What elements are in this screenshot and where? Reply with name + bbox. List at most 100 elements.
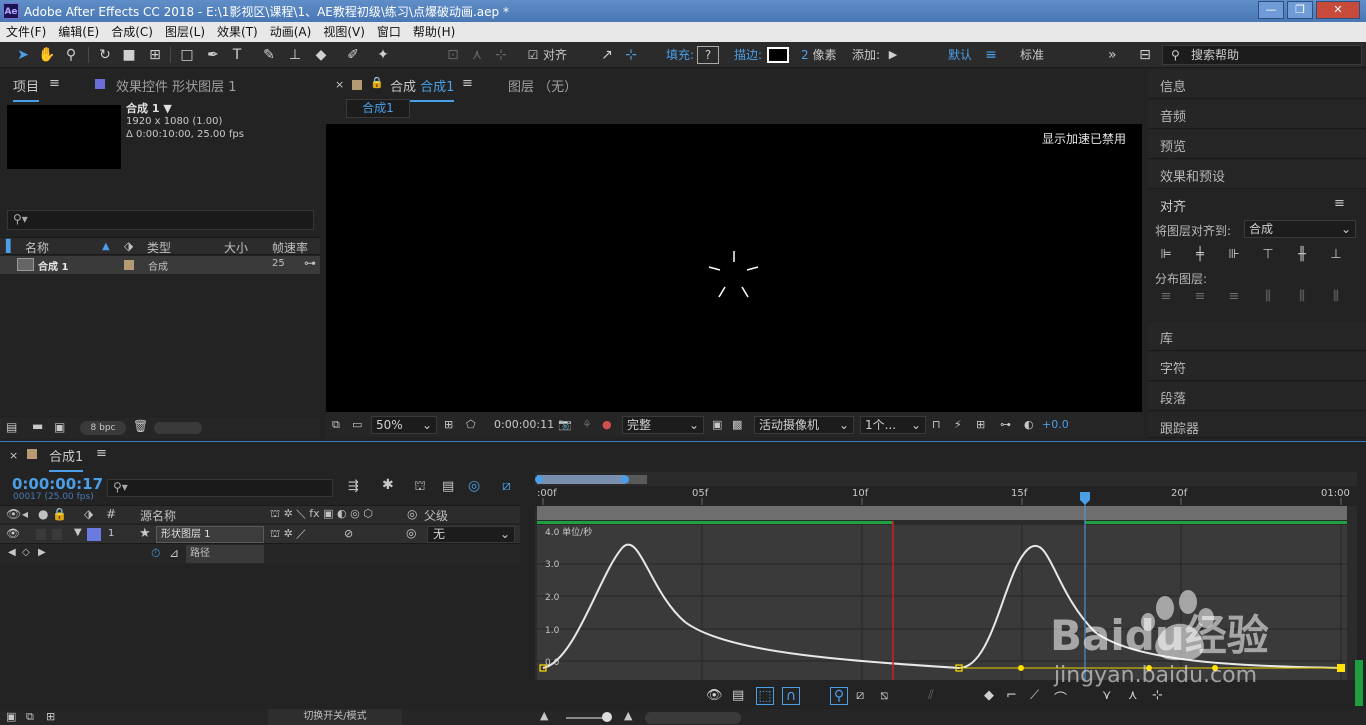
menu-animation[interactable]: 动画(A)	[264, 22, 318, 40]
comp-mini-flowchart-icon[interactable]: ⇶	[348, 479, 359, 494]
camera-tool-icon[interactable]: ■	[120, 46, 138, 64]
workspace-standard[interactable]: 标准	[1020, 46, 1044, 64]
add-button-icon[interactable]: ▶	[884, 46, 902, 64]
align-horizontal-center-icon[interactable]: ╪	[1190, 246, 1210, 264]
always-preview-icon[interactable]: ⧉	[332, 417, 340, 433]
solo-box[interactable]	[36, 529, 46, 540]
linear-keyframe-icon[interactable]: ⟋	[1030, 688, 1039, 703]
auto-bezier-icon[interactable]: ⌒	[1054, 688, 1067, 707]
separate-dimensions-icon[interactable]: ⫽	[928, 688, 934, 703]
tag-icon[interactable]: ⬗	[124, 239, 133, 253]
lock-box[interactable]	[52, 529, 62, 540]
motion-blur-icon[interactable]: ◎	[468, 478, 480, 494]
align-vertical-center-icon[interactable]: ╫	[1292, 246, 1312, 264]
pen-tool-icon[interactable]: ✒	[204, 46, 222, 64]
layer-switches-pane-icon[interactable]: ▣	[6, 710, 16, 723]
distribute-right-icon[interactable]: ⫼	[1326, 288, 1346, 306]
fx-toggle-icon[interactable]: ⊘	[344, 527, 353, 540]
layer-row[interactable]: 👁 ▼ 1 ★ 形状图层 1 ⛫ ✲ ⟋ ⊘ ◎ 无 ⌄	[0, 525, 520, 544]
puppet-pin-tool-icon[interactable]: ✦	[374, 46, 392, 64]
camera-select[interactable]: 活动摄像机 ⌄	[754, 416, 854, 434]
audio-switch-icon[interactable]: ◂	[22, 507, 28, 521]
bit-depth-button[interactable]: 8 bpc	[80, 421, 126, 435]
align-bottom-icon[interactable]: ⊥	[1326, 246, 1346, 264]
graph-vertical-scrollbar[interactable]	[1355, 660, 1363, 706]
sync-settings-icon[interactable]: ⊟	[1136, 46, 1154, 64]
tab-project[interactable]: 项目	[13, 76, 40, 102]
align-top-icon[interactable]: ⊤	[1258, 246, 1278, 264]
lock-switch-icon[interactable]: 🔒	[52, 507, 67, 521]
transfer-controls-icon[interactable]: ⧉	[26, 710, 34, 724]
distribute-hcenter-icon[interactable]: ⫼	[1292, 288, 1312, 306]
panel-menu-icon[interactable]: ≡	[96, 446, 107, 461]
snapshot-icon[interactable]: 📷	[558, 417, 572, 433]
distribute-bottom-icon[interactable]: ≡	[1224, 288, 1244, 306]
burst-shape-layer[interactable]	[706, 249, 766, 301]
expand-triangle-icon[interactable]: ▼	[74, 527, 82, 538]
prev-keyframe-icon[interactable]: ◀	[8, 547, 16, 558]
rectangle-tool-icon[interactable]: □	[178, 46, 196, 64]
transform-box-icon[interactable]: ⬚	[756, 687, 774, 705]
timeline-horizontal-scrollbar[interactable]	[645, 712, 741, 724]
distribute-top-icon[interactable]: ≡	[1156, 288, 1176, 306]
workspace-menu-icon[interactable]: ≡	[982, 46, 1000, 64]
snap-options-icon[interactable]: ⊹	[622, 46, 640, 64]
eraser-tool-icon[interactable]: ◆	[312, 46, 330, 64]
timeline-search-input[interactable]: ⚲▾	[107, 479, 333, 497]
graph-editor-icon[interactable]: ⧄	[502, 478, 511, 494]
local-axis-icon[interactable]: ⊡	[444, 46, 462, 64]
fit-all-icon[interactable]: ⧅	[880, 688, 888, 703]
col-type[interactable]: 类型	[147, 239, 171, 256]
new-comp-icon[interactable]: ▣	[54, 420, 65, 434]
easy-ease-out-icon[interactable]: ⊹	[1152, 688, 1163, 703]
distribute-vcenter-icon[interactable]: ≡	[1190, 288, 1210, 306]
views-select[interactable]: 1个... ⌄	[860, 416, 926, 434]
align-right-icon[interactable]: ⊪	[1224, 246, 1244, 264]
easy-ease-icon[interactable]: ⋎	[1102, 688, 1112, 703]
panel-effects-presets[interactable]: 效果和预设	[1148, 160, 1366, 189]
menu-edit[interactable]: 编辑(E)	[52, 22, 105, 40]
draft-3d-icon[interactable]: ✱	[382, 477, 394, 493]
comp-name[interactable]: 合成 1 ▼	[126, 102, 244, 115]
panel-tracker[interactable]: 跟踪器	[1148, 412, 1366, 438]
add-keyframe-icon[interactable]: ◇	[22, 547, 30, 558]
align-checkbox[interactable]: ☑	[524, 46, 542, 64]
shy-layers-icon[interactable]: ⛫	[414, 479, 426, 496]
timeline-current-time[interactable]: 0:00:00:17	[12, 475, 103, 493]
menu-file[interactable]: 文件(F)	[0, 22, 52, 40]
panel-info[interactable]: 信息	[1148, 70, 1366, 99]
menu-window[interactable]: 窗口	[371, 22, 407, 40]
stroke-swatch[interactable]	[767, 47, 789, 63]
menu-view[interactable]: 视图(V)	[317, 22, 371, 40]
auto-zoom-height-icon[interactable]: ⚲	[830, 687, 848, 705]
lock-icon[interactable]: 🔒	[370, 76, 384, 89]
col-name[interactable]: 名称	[25, 239, 49, 256]
edit-keyframe-icon[interactable]: ◆	[984, 688, 994, 703]
panel-audio[interactable]: 音频	[1148, 100, 1366, 129]
resolution-select[interactable]: 完整 ⌄	[622, 416, 704, 434]
panel-character[interactable]: 字符	[1148, 352, 1366, 381]
hold-keyframe-icon[interactable]: ⌐	[1006, 688, 1017, 703]
col-size[interactable]: 大小	[224, 239, 248, 256]
composition-viewer[interactable]: 显示加速已禁用	[326, 124, 1142, 412]
mask-visibility-icon[interactable]: ⬠	[466, 417, 476, 433]
hand-tool-icon[interactable]: ✋	[38, 46, 56, 64]
col-source-name[interactable]: 源名称	[140, 507, 176, 524]
text-tool-icon[interactable]: T	[228, 46, 246, 64]
tab-layer[interactable]: 图层 （无）	[508, 76, 577, 95]
label-color-swatch[interactable]	[124, 260, 134, 270]
region-of-interest-icon[interactable]: ▣	[712, 417, 722, 433]
col-fps[interactable]: 帧速率	[272, 239, 308, 256]
sort-up-icon[interactable]: ▲	[102, 241, 110, 252]
label-column-icon[interactable]: ▌	[6, 239, 15, 253]
layer-switches-icons[interactable]: ⛫ ✲ ⟍ fx ▣ ◐ ◎ ⬡	[270, 507, 373, 522]
brush-tool-icon[interactable]: ✎	[260, 46, 278, 64]
monitor-icon[interactable]: ▭	[352, 417, 362, 433]
minimize-button[interactable]: —	[1258, 1, 1284, 19]
in-out-pane-icon[interactable]: ⊞	[46, 710, 55, 723]
menu-help[interactable]: 帮助(H)	[407, 22, 461, 40]
selection-tool-icon[interactable]: ➤	[14, 46, 32, 64]
layer-label-color[interactable]	[87, 528, 101, 541]
panel-libraries[interactable]: 库	[1148, 322, 1366, 351]
stopwatch-icon[interactable]: ⏱	[151, 546, 160, 561]
